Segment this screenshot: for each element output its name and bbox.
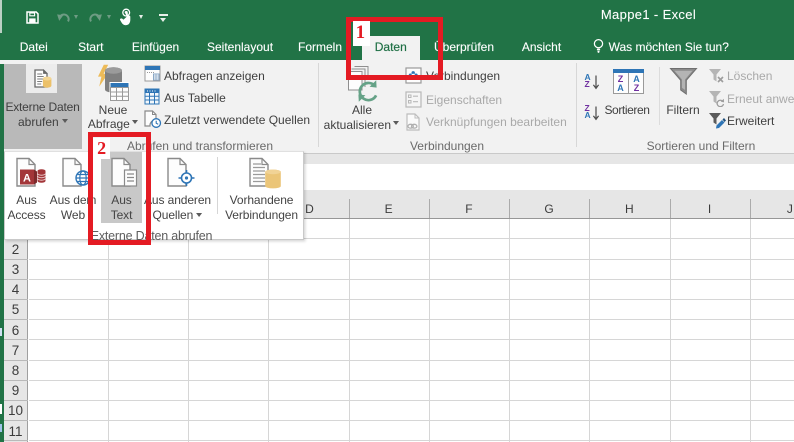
svg-text:A: A: [23, 172, 31, 184]
